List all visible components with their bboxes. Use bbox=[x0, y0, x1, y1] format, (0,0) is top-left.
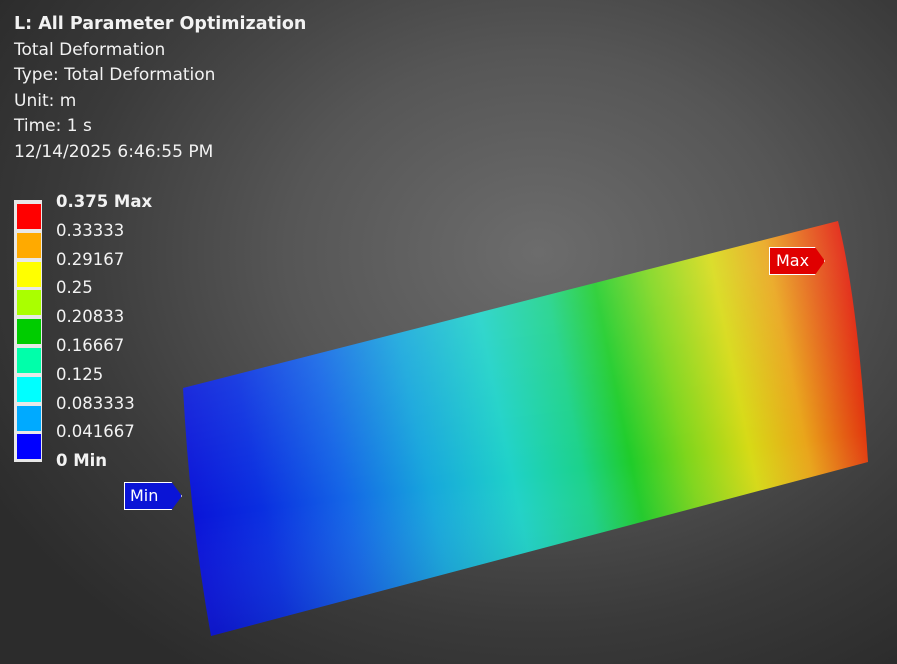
legend-swatch bbox=[17, 376, 41, 402]
result-type: Type: Total Deformation bbox=[14, 65, 216, 85]
min-probe-text: Min bbox=[130, 486, 159, 505]
legend-value-label: 0.29167 bbox=[56, 249, 125, 269]
result-unit: Unit: m bbox=[14, 90, 77, 111]
graphics-viewport[interactable]: L: All Parameter Optimization Total Defo… bbox=[0, 0, 897, 664]
legend-value-label: 0.25 bbox=[56, 278, 93, 298]
legend-max-label: 0.375 Max bbox=[56, 192, 153, 211]
legend-swatch bbox=[17, 204, 41, 229]
max-probe-text: Max bbox=[776, 251, 810, 270]
legend-value-label: 0.16667 bbox=[56, 336, 125, 355]
legend-swatch bbox=[17, 290, 41, 316]
legend-value-label: 0.083333 bbox=[56, 393, 135, 413]
legend-swatch bbox=[17, 405, 41, 431]
legend-value-label: 0.041667 bbox=[56, 422, 135, 442]
legend-value-label: 0.20833 bbox=[56, 307, 125, 327]
result-timestamp: 12/14/2025 6:46:55 PM bbox=[14, 141, 214, 162]
legend-swatch bbox=[17, 434, 41, 460]
legend-color-bar bbox=[14, 200, 42, 462]
legend-swatch bbox=[17, 261, 41, 287]
legend-value-label: 0.125 bbox=[56, 364, 104, 384]
legend-swatch bbox=[17, 348, 41, 373]
result-info-panel: L: All Parameter Optimization Total Defo… bbox=[14, 12, 306, 165]
result-title: L: All Parameter Optimization bbox=[14, 14, 307, 34]
legend-swatch bbox=[17, 319, 41, 345]
legend-min-label: 0 Min bbox=[56, 451, 108, 471]
result-time: Time: 1 s bbox=[14, 116, 92, 136]
legend-value-label: 0.33333 bbox=[56, 220, 125, 240]
min-probe-label[interactable]: Min bbox=[124, 482, 182, 510]
legend-swatch bbox=[17, 232, 41, 258]
plate-shading bbox=[183, 221, 868, 636]
max-probe-label[interactable]: Max bbox=[769, 247, 825, 275]
result-name: Total Deformation bbox=[14, 39, 166, 60]
